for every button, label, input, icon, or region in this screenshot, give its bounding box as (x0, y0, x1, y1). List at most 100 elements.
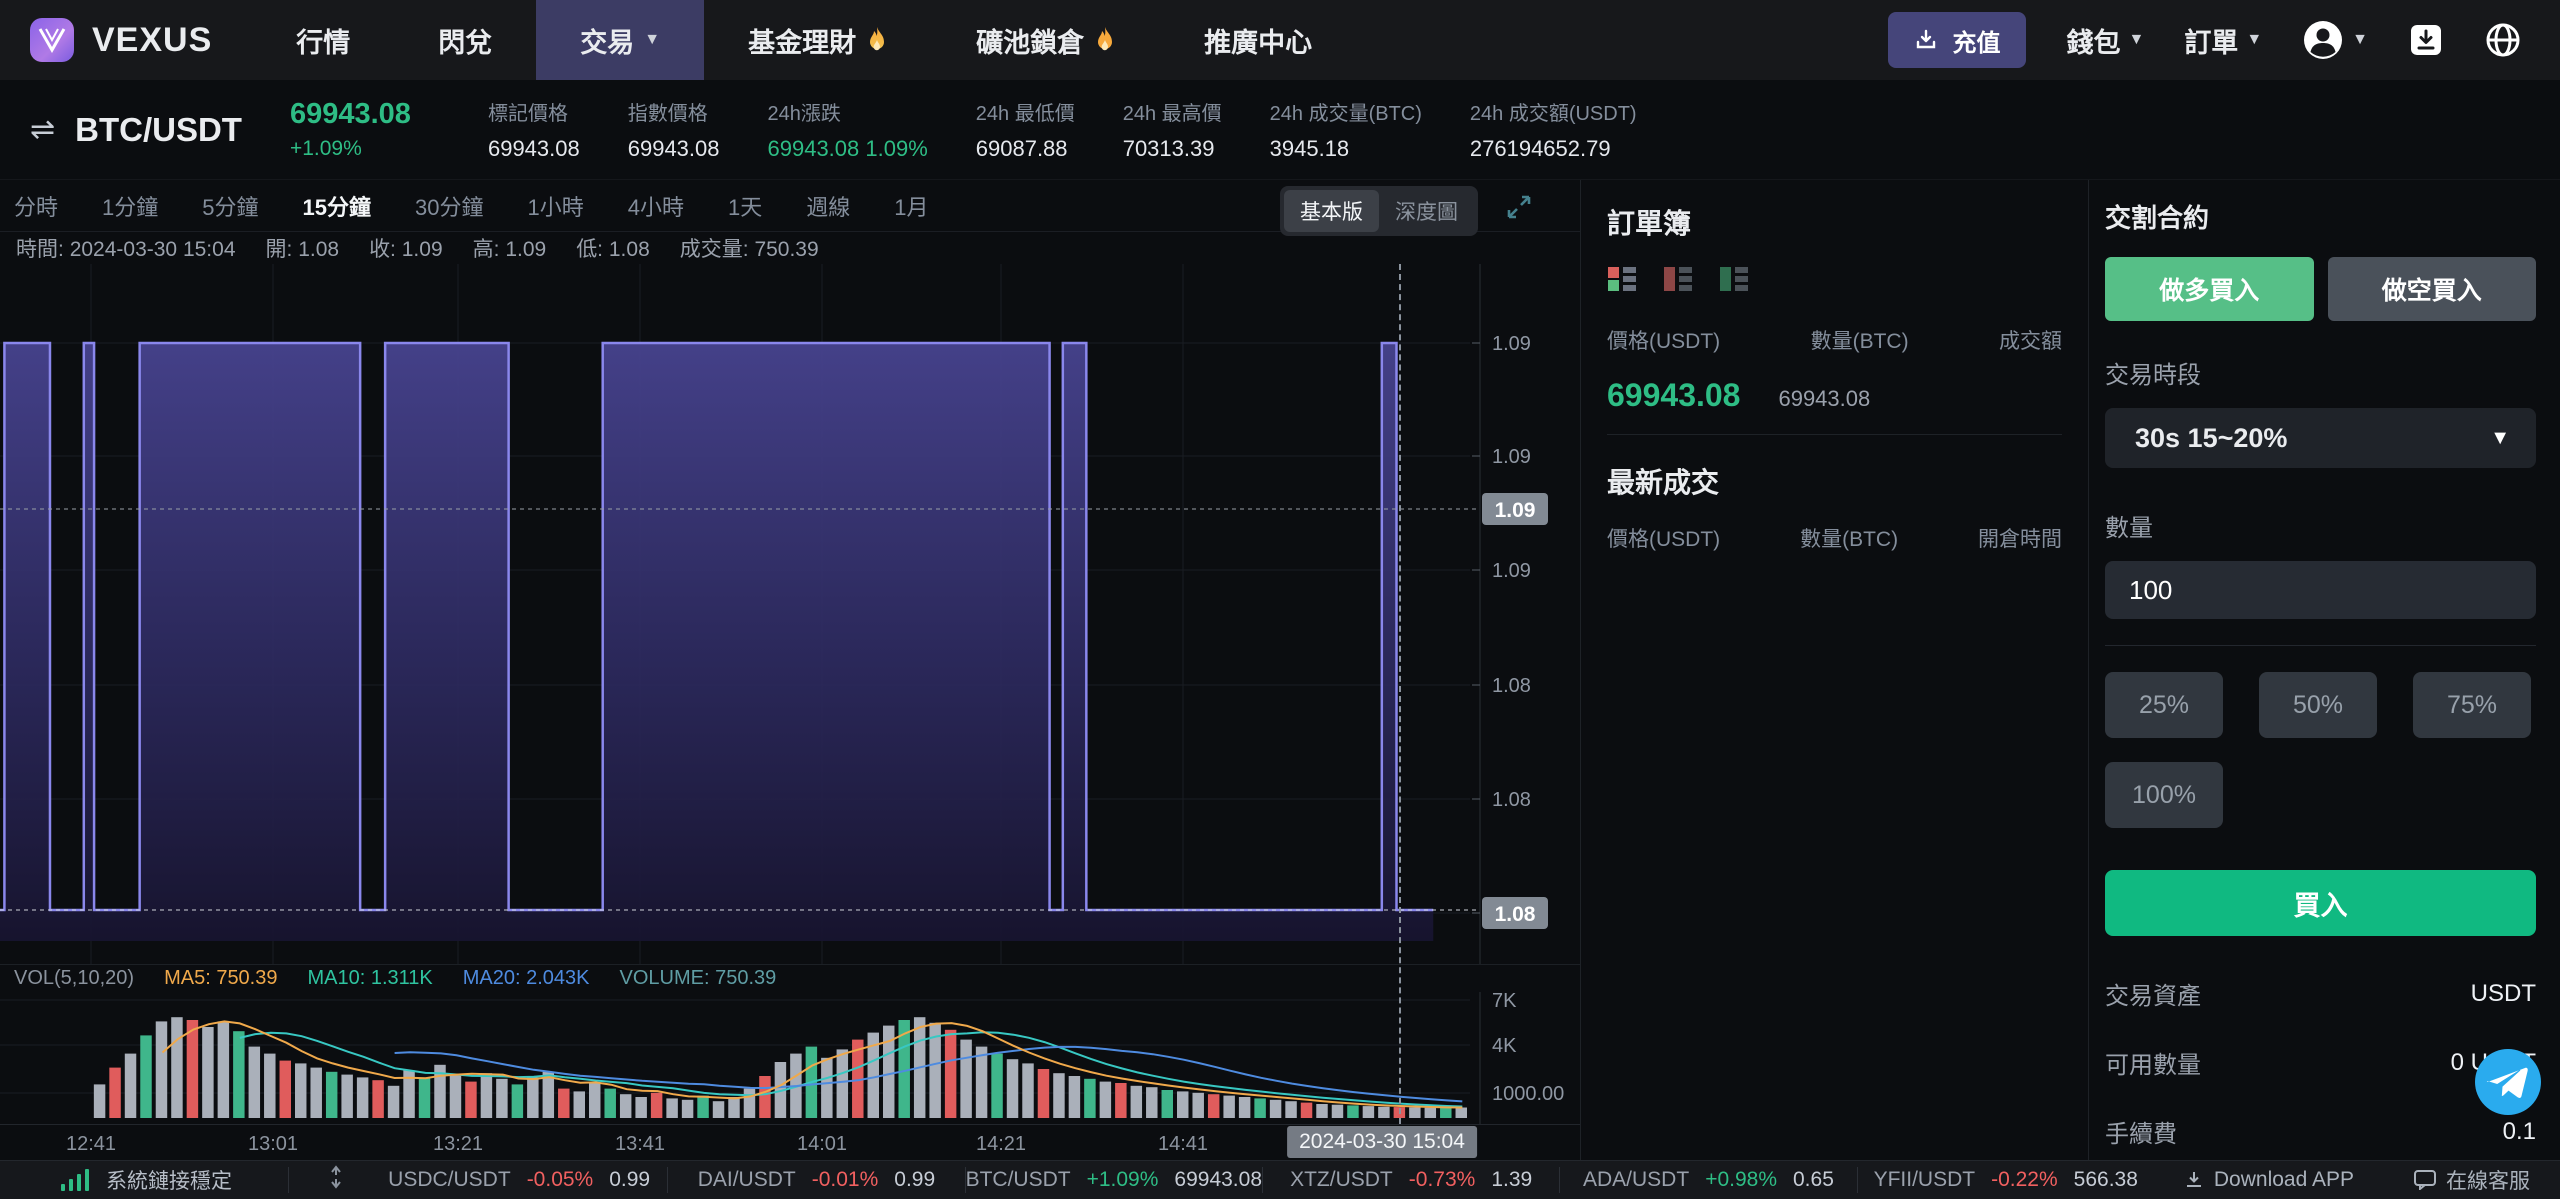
tf-time[interactable]: 分時 (14, 190, 58, 222)
nav-item-funds[interactable]: 基金理財 (704, 0, 932, 80)
tab-basic[interactable]: 基本版 (1284, 190, 1379, 232)
amount-input[interactable] (2105, 561, 2536, 619)
support-icon (2413, 1170, 2436, 1190)
ticker-btc[interactable]: BTC/USDT +1.09% 69943.08 (966, 1168, 1262, 1192)
buy-button[interactable]: 買入 (2105, 870, 2536, 936)
connection-status: 系統鏈接穩定 (0, 1165, 288, 1195)
tf-15m[interactable]: 15分鐘 (303, 190, 371, 222)
nav-item-referral[interactable]: 推廣中心 (1160, 0, 1356, 80)
tf-1h[interactable]: 1小時 (527, 190, 583, 222)
ticker-dai[interactable]: DAI/USDT -0.01% 0.99 (668, 1168, 964, 1192)
side-buttons: 做多買入 做空買入 (2105, 257, 2536, 321)
percent-100-button[interactable]: 100% (2105, 762, 2223, 828)
short-buy-button[interactable]: 做空買入 (2327, 257, 2536, 321)
vexus-logo-icon (30, 18, 74, 62)
last-price-block: 69943.08 +1.09% (290, 98, 440, 161)
brand[interactable]: VEXUS (0, 0, 252, 80)
amount-label: 數量 (2105, 515, 2153, 542)
download-app-link[interactable]: Download APP (2154, 1168, 2384, 1192)
time-tick: 12:41 (65, 1133, 117, 1155)
stat-24h-change: 24h漲跌 69943.08 1.09% (767, 103, 928, 161)
brand-name: VEXUS (92, 20, 213, 59)
orderbook-last-price: 69943.08 (1607, 377, 1741, 413)
ticker-usdc[interactable]: USDC/USDT -0.05% 0.99 (371, 1168, 667, 1192)
volume-legend: VOL(5,10,20) MA5: 750.39 MA10: 1.311K MA… (0, 964, 1580, 992)
svg-text:1.09: 1.09 (1492, 333, 1531, 355)
chart-column: 分時 1分鐘 5分鐘 15分鐘 30分鐘 1小時 4小時 1天 週線 1月 基本… (0, 180, 1580, 1160)
orders-menu[interactable]: 訂單 ▼ (2184, 21, 2262, 60)
deposit-button[interactable]: 充值 (1888, 12, 2027, 68)
long-buy-button[interactable]: 做多買入 (2105, 257, 2314, 321)
chart-mode-tabs: 基本版 深度圖 (1280, 186, 1478, 236)
session-value: 30s 15~20% (2135, 422, 2288, 453)
tf-30m[interactable]: 30分鐘 (415, 190, 483, 222)
ticker-ada[interactable]: ADA/USDT +0.98% 0.65 (1560, 1168, 1856, 1192)
orderbook-panel: 訂單簿 價格(USDT) 數量(BTC) 成交額 69943.08 69943.08 (1580, 180, 2088, 1160)
svg-text:1.08: 1.08 (1492, 789, 1531, 811)
ticker-yfii[interactable]: YFII/USDT -0.22% 566.38 (1858, 1168, 2154, 1192)
percent-buttons: 25% 50% 75% 100% (2105, 672, 2536, 828)
online-support-link[interactable]: 在線客服 (2384, 1165, 2560, 1195)
tf-1d[interactable]: 1天 (728, 190, 762, 222)
stat-mark-price: 標記價格 69943.08 (487, 103, 580, 161)
chevron-down-icon: ▼ (2490, 426, 2510, 449)
stat-24h-turnover: 24h 成交額(USDT) 276194652.79 (1469, 103, 1637, 161)
language-button[interactable] (2484, 21, 2522, 59)
percent-25-button[interactable]: 25% (2105, 672, 2223, 738)
tf-5m[interactable]: 5分鐘 (202, 190, 258, 222)
ohlc-close: 收: 1.09 (369, 238, 443, 261)
ohlc-time: 時間: 2024-03-30 15:04 (16, 238, 236, 261)
profile-menu[interactable]: ▼ (2302, 19, 2368, 61)
vol-ma5-label: MA5: 750.39 (164, 967, 278, 989)
svg-text:1.09: 1.09 (1495, 499, 1536, 522)
price-chart[interactable]: 1.091.091.091.081.081.081.091.08 (0, 264, 1580, 964)
crosshair-time-badge: 2024-03-30 15:04 (1287, 1126, 1477, 1158)
tf-4h[interactable]: 4小時 (628, 190, 684, 222)
orderbook-mode-asks-icon[interactable] (1663, 264, 1693, 299)
tf-1m[interactable]: 1分鐘 (102, 190, 158, 222)
volume-chart[interactable]: 7K 4K 1000.00 (0, 990, 1580, 1124)
percent-50-button[interactable]: 50% (2259, 672, 2377, 738)
telegram-button[interactable] (2474, 1048, 2542, 1121)
available-amount-row: 可用數量0 USDT (2105, 1048, 2536, 1080)
session-select[interactable]: 30s 15~20% ▼ (2105, 408, 2536, 468)
recent-trades-title: 最新成交 (1607, 467, 1720, 498)
timeframe-bar: 分時 1分鐘 5分鐘 15分鐘 30分鐘 1小時 4小時 1天 週線 1月 基本… (0, 180, 1580, 236)
fee-row: 手續費 0.1 (2105, 1117, 2536, 1149)
nav-item-markets[interactable]: 行情 (252, 0, 394, 80)
percent-75-button[interactable]: 75% (2413, 672, 2531, 738)
tf-1w[interactable]: 週線 (806, 190, 850, 222)
wallet-menu[interactable]: 錢包 ▼ (2066, 21, 2144, 60)
svg-text:1000.00: 1000.00 (1492, 1083, 1564, 1105)
time-tick: 14:01 (796, 1133, 848, 1155)
nav-item-convert[interactable]: 閃兌 (394, 0, 536, 80)
chevron-down-icon: ▼ (2128, 31, 2145, 48)
download-icon (2186, 1172, 2201, 1187)
orderbook-mark-price: 69943.08 (1778, 386, 1871, 411)
orderbook-mode-both-icon[interactable] (1607, 264, 1637, 299)
orderbook-mode-bids-icon[interactable] (1719, 264, 1749, 299)
divider (2105, 645, 2536, 646)
fullscreen-button[interactable] (1506, 194, 1532, 225)
orderbook-title: 訂單簿 (1607, 208, 1692, 239)
nav-item-trade[interactable]: 交易 ▼ (536, 0, 705, 80)
status-text: 系統鏈接穩定 (106, 1170, 232, 1193)
download-app-button[interactable] (2408, 22, 2444, 58)
nav-item-mining[interactable]: 礦池鎖倉 (932, 0, 1160, 80)
download-box-icon (2411, 25, 2441, 55)
ticker-xtz[interactable]: XTZ/USDT -0.73% 1.39 (1263, 1168, 1559, 1192)
sort-arrows-icon[interactable] (289, 1164, 371, 1196)
telegram-icon (2475, 1049, 2541, 1115)
ohlc-high: 高: 1.09 (472, 238, 547, 261)
chevron-down-icon: ▼ (2352, 31, 2368, 48)
signal-bars-icon (61, 1169, 89, 1191)
tf-1mo[interactable]: 1月 (894, 190, 928, 222)
time-tick: 14:41 (1157, 1133, 1209, 1155)
orderbook-headers: 價格(USDT) 數量(BTC) 成交額 (1607, 330, 2062, 353)
tab-depth[interactable]: 深度圖 (1379, 190, 1474, 232)
pair-selector[interactable]: ⇌ BTC/USDT (30, 111, 242, 149)
ohlc-open: 開: 1.08 (265, 238, 340, 261)
globe-icon (2486, 23, 2520, 57)
user-icon (2304, 21, 2343, 59)
ohlc-low: 低: 1.08 (576, 238, 650, 261)
